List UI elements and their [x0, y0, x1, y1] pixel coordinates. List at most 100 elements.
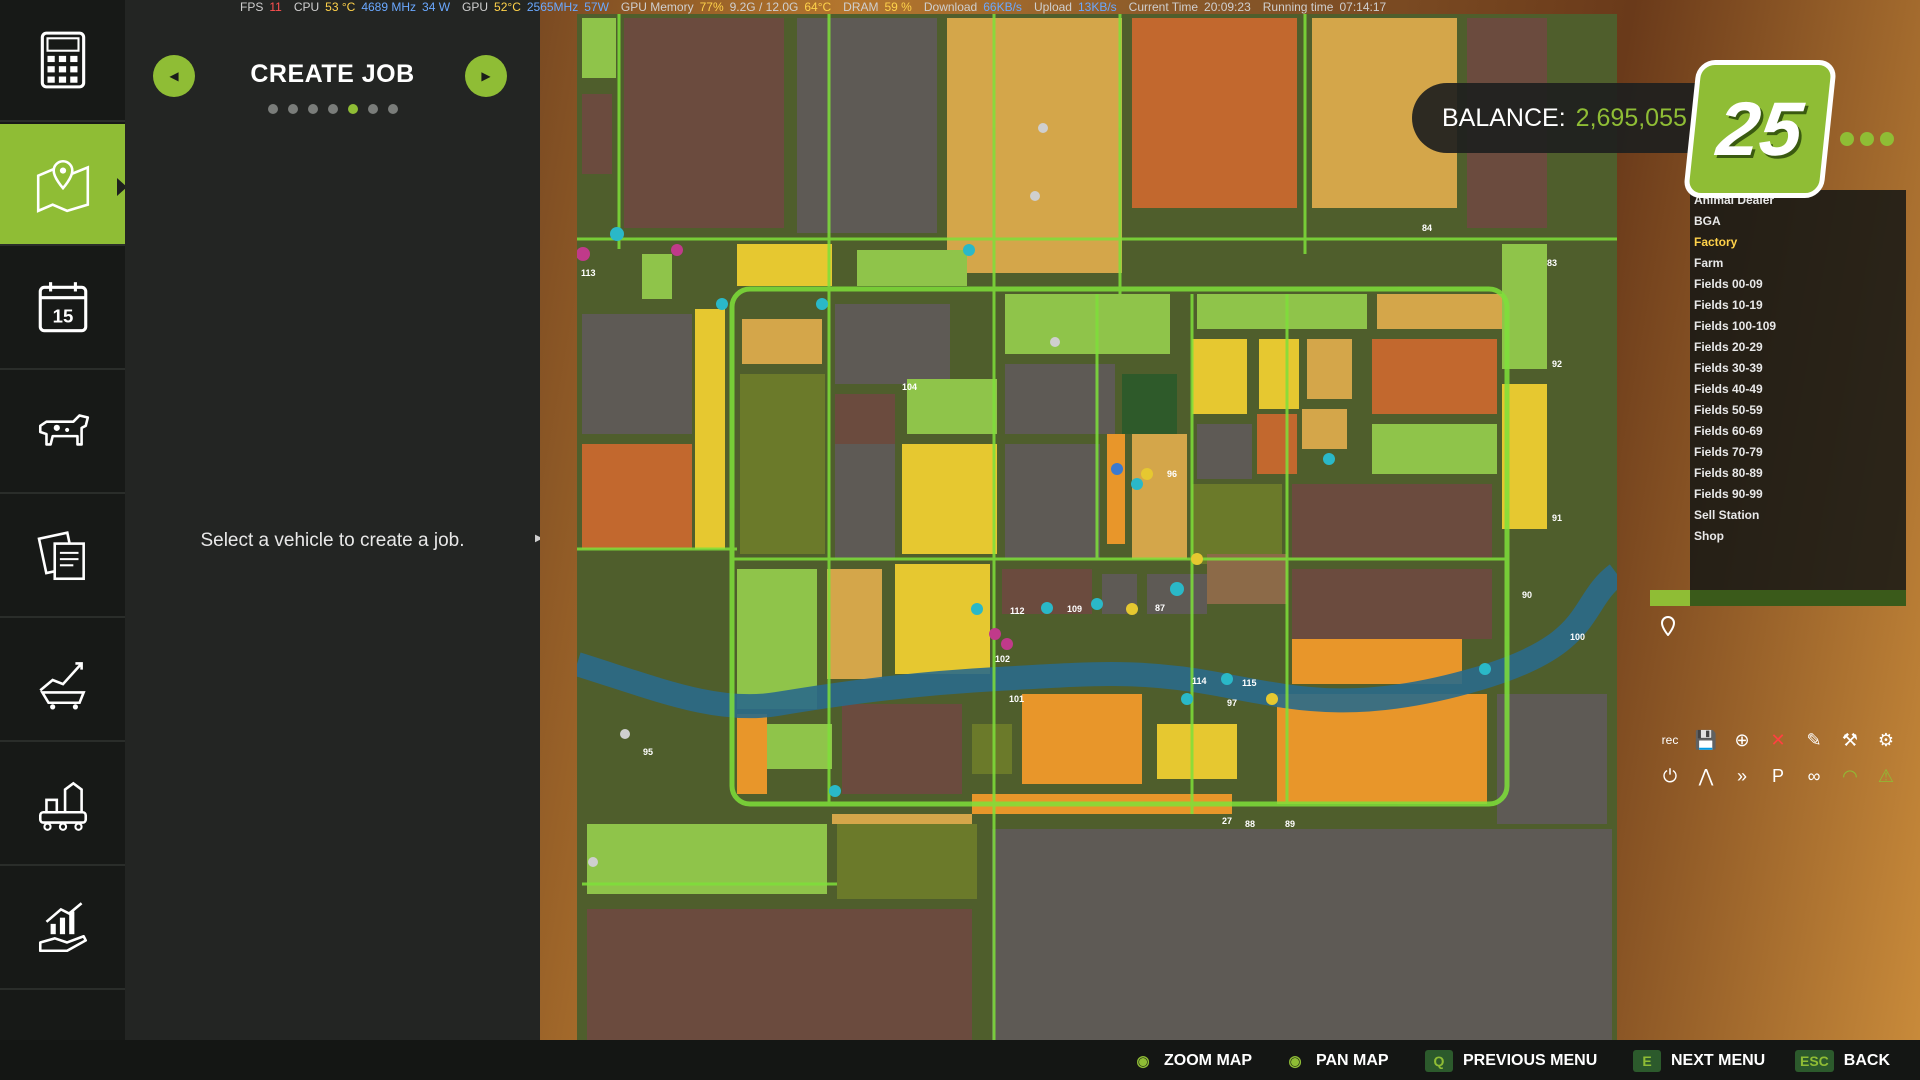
map-list-item[interactable]: Factory — [1690, 232, 1906, 253]
page-dot[interactable] — [267, 104, 278, 114]
dram-pct: 59 % — [884, 0, 912, 14]
previous-menu-hint[interactable]: Q PREVIOUS MENU — [1425, 1050, 1597, 1072]
sidebar-item-production[interactable] — [0, 744, 125, 866]
page-dot[interactable] — [307, 104, 318, 114]
cpu-power: 34 W — [422, 0, 451, 14]
map-list-item[interactable]: Fields 100-109 — [1690, 316, 1906, 337]
download-value: 66KB/s — [983, 0, 1022, 14]
documents-icon — [36, 531, 85, 581]
remove-marker-icon[interactable]: ✕ — [1760, 722, 1796, 758]
map-list-item[interactable]: Fields 80-89 — [1690, 463, 1906, 484]
current-time-value: 20:09:23 — [1204, 0, 1251, 14]
list-controls — [1840, 132, 1894, 146]
hand-growth-icon — [38, 902, 87, 953]
dram-label: DRAM — [843, 0, 879, 14]
map-list-item[interactable]: Fields 90-99 — [1690, 484, 1906, 505]
map-list-item[interactable]: Farm — [1690, 253, 1906, 274]
map-list-item[interactable]: Shop — [1690, 526, 1906, 547]
map-list-item[interactable]: Fields 60-69 — [1690, 421, 1906, 442]
upload-label: Upload — [1033, 0, 1072, 14]
calendar-day: 15 — [52, 305, 73, 326]
page-dot[interactable] — [287, 104, 298, 114]
zoom-map-label: ZOOM MAP — [1164, 1052, 1252, 1069]
next-page-button[interactable]: ▶ — [465, 55, 507, 97]
map-hotspot-list: Animal Dealer BGA Factory Farm Fields 00-09 F… — [1690, 190, 1906, 590]
back-hint[interactable]: ESC BACK — [1795, 1050, 1890, 1072]
gpu-memory-pct: 77% — [699, 0, 724, 14]
record-icon[interactable]: rec — [1652, 722, 1688, 758]
fs25-map-screen: 15 ◀ CREATE JOB ▶ Select a vehicle to cr… — [0, 0, 1920, 1080]
field-label: 92 — [1552, 359, 1562, 369]
gpu-temp: 52°C — [494, 0, 521, 14]
fps-value: 11 — [269, 0, 282, 14]
map-list-item[interactable]: BGA — [1690, 211, 1906, 232]
select-vehicle-hint: Select a vehicle to create a job. — [200, 530, 465, 551]
calculator-icon — [40, 31, 85, 89]
list-add-icon[interactable] — [1840, 132, 1854, 146]
parking-icon[interactable]: P — [1760, 758, 1796, 794]
list-slider[interactable] — [1650, 590, 1906, 606]
gpu-power: 57W — [584, 0, 609, 14]
road-icon[interactable]: ⋀ — [1688, 758, 1724, 794]
map-list-item[interactable]: Fields 00-09 — [1690, 274, 1906, 295]
cpu-temp: 53 °C — [325, 0, 356, 14]
zoom-map-hint[interactable]: ◉ ZOOM MAP — [1132, 1050, 1252, 1072]
chevron-right-icon: ▶ — [481, 69, 491, 83]
fast-forward-icon[interactable]: » — [1724, 758, 1760, 794]
harvester-icon[interactable]: ⚒ — [1832, 722, 1868, 758]
map-list-item[interactable]: Fields 20-29 — [1690, 337, 1906, 358]
settings-icon[interactable]: ⚙ — [1868, 722, 1904, 758]
cpu-label: CPU — [293, 0, 320, 14]
warning-icon[interactable]: ⚠ — [1868, 758, 1904, 794]
field-label: 89 — [1285, 819, 1295, 829]
sidebar-item-calendar[interactable]: 15 — [0, 248, 125, 370]
map-list-item[interactable]: Fields 10-19 — [1690, 295, 1906, 316]
field-label: 97 — [1227, 698, 1237, 708]
map-list-item[interactable]: Fields 50-59 — [1690, 400, 1906, 421]
farm-map[interactable]: 113 84 83 92 104 96 91 90 100 109 112 87… — [577, 14, 1617, 1040]
e-key: E — [1633, 1050, 1661, 1072]
field-label: 88 — [1245, 819, 1255, 829]
create-job-panel: ◀ CREATE JOB ▶ Select a vehicle to creat… — [125, 0, 543, 1040]
sidebar-item-animals[interactable] — [0, 372, 125, 494]
gpu-freq: 2565MHz — [526, 0, 579, 14]
list-toggle-icon[interactable] — [1880, 132, 1894, 146]
loop-icon[interactable]: ∞ — [1796, 758, 1832, 794]
field-label: 95 — [643, 747, 653, 757]
page-indicator — [125, 104, 540, 114]
map-canvas[interactable]: 113 84 83 92 104 96 91 90 100 109 112 87… — [577, 14, 1617, 1040]
previous-menu-label: PREVIOUS MENU — [1463, 1052, 1598, 1069]
field-label: 101 — [1009, 694, 1024, 704]
pin-icon[interactable] — [1658, 616, 1678, 636]
sidebar-item-map[interactable] — [0, 124, 127, 246]
sidebar-item-finances[interactable] — [0, 868, 125, 990]
field-label: 83 — [1547, 258, 1557, 268]
field-label: 100 — [1570, 632, 1585, 642]
power-icon[interactable]: ⏻ — [1652, 758, 1688, 794]
edit-marker-icon[interactable]: ✎ — [1796, 722, 1832, 758]
list-zoom-icon[interactable] — [1860, 132, 1874, 146]
field-label: 112 — [1010, 606, 1025, 616]
next-menu-hint[interactable]: E NEXT MENU — [1633, 1050, 1765, 1072]
page-dot[interactable] — [327, 104, 338, 114]
add-marker-icon[interactable]: ⊕ — [1724, 722, 1760, 758]
input-hints-bar: ◉ ZOOM MAP ◉ PAN MAP Q PREVIOUS MENU E NEXT … — [0, 1040, 1920, 1080]
pan-map-hint[interactable]: ◉ PAN MAP — [1284, 1050, 1388, 1072]
page-dot[interactable] — [367, 104, 378, 114]
page-dot[interactable] — [387, 104, 398, 114]
running-time-label: Running time — [1262, 0, 1334, 14]
sidebar-item-calculator[interactable] — [0, 0, 125, 122]
map-pin-icon — [36, 159, 89, 213]
map-list-item[interactable]: Fields 70-79 — [1690, 442, 1906, 463]
map-list-item[interactable]: Fields 30-39 — [1690, 358, 1906, 379]
page-dot[interactable] — [347, 104, 358, 114]
sidebar-item-contracts[interactable] — [0, 496, 125, 618]
gpu-label: GPU — [462, 0, 489, 14]
map-list-item[interactable]: Fields 40-49 — [1690, 379, 1906, 400]
sidebar-item-prices[interactable] — [0, 620, 125, 742]
map-list-item[interactable]: Sell Station — [1690, 505, 1906, 526]
field-label: 84 — [1422, 223, 1432, 233]
running-time-value: 07:14:17 — [1339, 0, 1387, 14]
save-icon[interactable]: 💾 — [1688, 722, 1724, 758]
gauge-icon[interactable]: ◠ — [1832, 758, 1868, 794]
